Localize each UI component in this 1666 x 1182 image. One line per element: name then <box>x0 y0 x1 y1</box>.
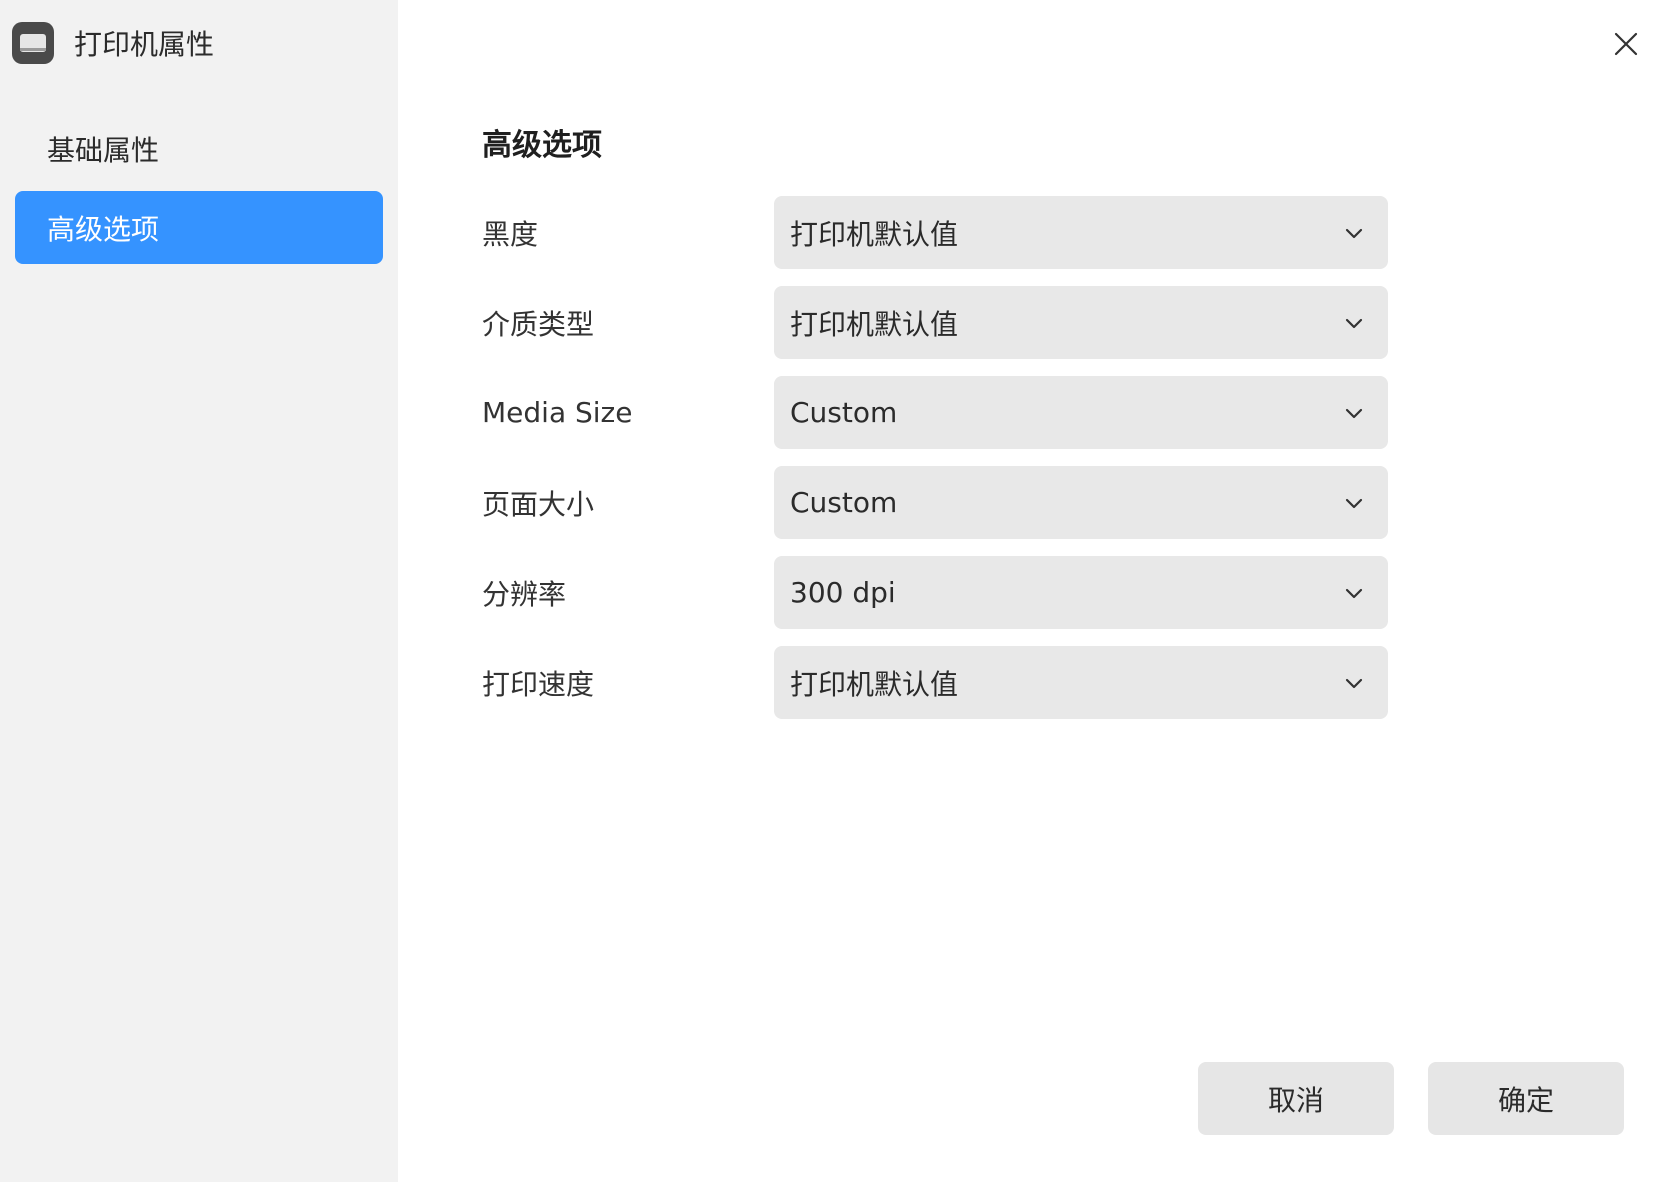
chevron-down-icon <box>1345 318 1363 328</box>
form-row-resolution: 分辨率 300 dpi <box>482 556 1388 629</box>
media-size-select[interactable]: Custom <box>774 376 1388 449</box>
sidebar-item-basic-properties[interactable]: 基础属性 <box>15 112 383 185</box>
chevron-down-icon <box>1345 408 1363 418</box>
print-speed-select[interactable]: 打印机默认值 <box>774 646 1388 719</box>
sidebar-item-label: 高级选项 <box>47 212 160 246</box>
sidebar: 打印机属性 基础属性 高级选项 <box>0 0 398 1182</box>
printer-properties-window: 打印机属性 基础属性 高级选项 高级选项 黑度 打印机默认值 介质类型 打印机默… <box>0 0 1666 1182</box>
field-label: Media Size <box>482 396 633 429</box>
select-value: Custom <box>790 486 898 519</box>
chevron-down-icon <box>1345 678 1363 688</box>
field-label: 页面大小 <box>482 487 595 521</box>
darkness-select[interactable]: 打印机默认值 <box>774 196 1388 269</box>
page-size-select[interactable]: Custom <box>774 466 1388 539</box>
field-label: 介质类型 <box>482 307 595 341</box>
select-value: Custom <box>790 396 898 429</box>
field-label: 分辨率 <box>482 577 567 611</box>
close-icon <box>1614 32 1638 56</box>
field-label: 打印速度 <box>482 667 595 701</box>
sidebar-item-label: 基础属性 <box>47 133 160 167</box>
form-row-darkness: 黑度 打印机默认值 <box>482 196 1388 269</box>
resolution-select[interactable]: 300 dpi <box>774 556 1388 629</box>
cancel-button[interactable]: 取消 <box>1198 1062 1394 1135</box>
form-row-page-size: 页面大小 Custom <box>482 466 1388 539</box>
chevron-down-icon <box>1345 588 1363 598</box>
select-value: 打印机默认值 <box>790 217 959 251</box>
field-label: 黑度 <box>482 217 539 251</box>
app-header: 打印机属性 <box>0 0 398 86</box>
media-type-select[interactable]: 打印机默认值 <box>774 286 1388 359</box>
section-title: 高级选项 <box>482 128 602 163</box>
form-row-media-size: Media Size Custom <box>482 376 1388 449</box>
select-value: 打印机默认值 <box>790 667 959 701</box>
close-button[interactable] <box>1604 22 1648 66</box>
form-row-print-speed: 打印速度 打印机默认值 <box>482 646 1388 719</box>
printer-icon <box>12 22 54 64</box>
sidebar-item-advanced-options[interactable]: 高级选项 <box>15 191 383 264</box>
chevron-down-icon <box>1345 228 1363 238</box>
main-panel: 高级选项 黑度 打印机默认值 介质类型 打印机默认值 Media Size Cu… <box>398 0 1666 1182</box>
chevron-down-icon <box>1345 498 1363 508</box>
sidebar-nav: 基础属性 高级选项 <box>0 86 398 264</box>
window-title: 打印机属性 <box>74 28 215 61</box>
confirm-button[interactable]: 确定 <box>1428 1062 1624 1135</box>
form-row-media-type: 介质类型 打印机默认值 <box>482 286 1388 359</box>
select-value: 300 dpi <box>790 576 896 609</box>
select-value: 打印机默认值 <box>790 307 959 341</box>
